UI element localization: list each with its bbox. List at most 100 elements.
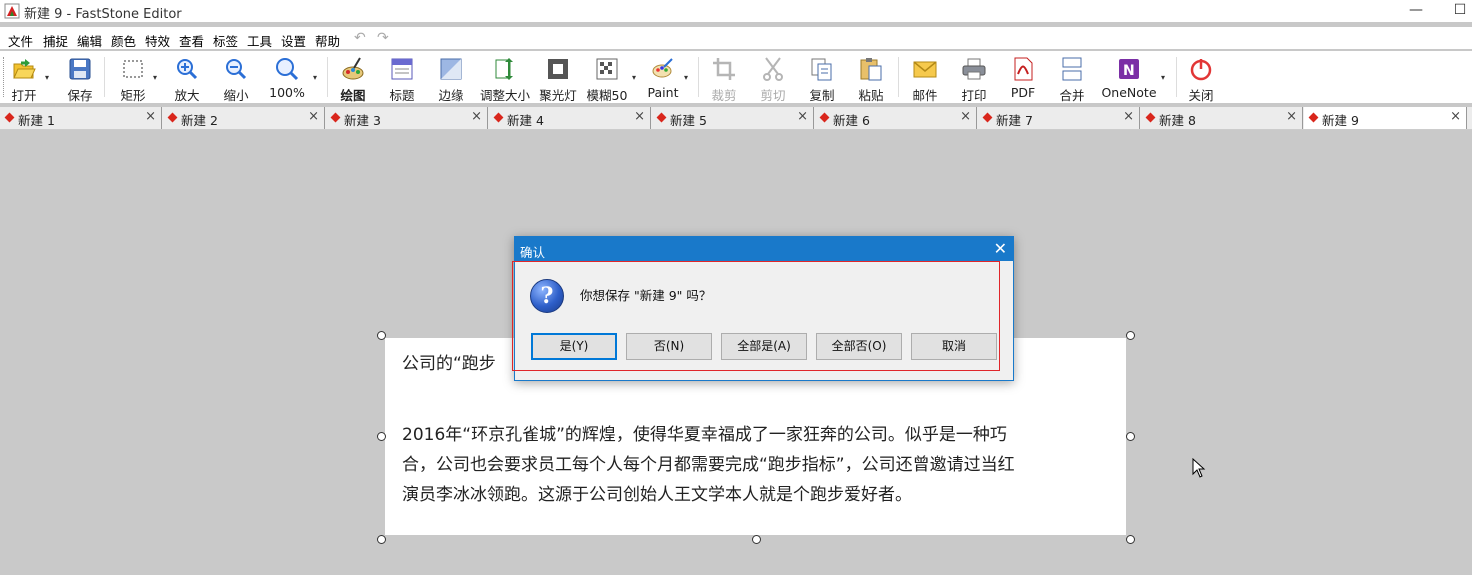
paint-icon	[652, 58, 673, 78]
tab-close-icon[interactable]: ×	[308, 109, 319, 124]
edge-button[interactable]: 边缘	[433, 53, 469, 103]
pdf-button[interactable]: PDF	[1005, 53, 1041, 101]
rectangle-label: 矩形	[120, 88, 146, 103]
rectangle-dropdown-arrow[interactable]: ▾	[153, 73, 157, 82]
tab-1[interactable]: 新建 1 ×	[0, 107, 162, 129]
close-button[interactable]: 关闭	[1183, 53, 1219, 103]
tab-close-icon[interactable]: ×	[1286, 109, 1297, 124]
menu-file[interactable]: 文件	[8, 31, 33, 50]
tab-close-icon[interactable]: ×	[471, 109, 482, 124]
save-label: 保存	[67, 88, 93, 103]
tab-label: 新建 1	[18, 113, 55, 128]
pdf-icon	[1014, 57, 1033, 81]
merge-button[interactable]: 合并	[1054, 53, 1090, 103]
caption-button[interactable]: 标题	[384, 53, 420, 103]
spotlight-button[interactable]: 聚光灯	[538, 53, 578, 103]
minimize-button[interactable]: —	[1396, 0, 1436, 22]
menu-help[interactable]: 帮助	[315, 31, 340, 50]
print-button[interactable]: 打印	[956, 53, 992, 103]
zoom-in-button[interactable]: 放大	[169, 53, 205, 103]
tab-9[interactable]: 新建 9 ×	[1304, 107, 1467, 129]
no-all-button[interactable]: 全部否(O)	[816, 333, 902, 360]
blur-label: 模糊50	[586, 88, 628, 103]
blur-button[interactable]: 模糊50	[585, 53, 629, 103]
tab-close-icon[interactable]: ×	[797, 109, 808, 124]
crop-button[interactable]: 裁剪	[706, 53, 742, 103]
menu-effects[interactable]: 特效	[145, 31, 170, 50]
menu-tools[interactable]: 工具	[247, 31, 272, 50]
dialog-close-icon[interactable]: ✕	[994, 239, 1007, 258]
tab-marker-icon	[493, 112, 504, 123]
tab-2[interactable]: 新建 2 ×	[163, 107, 325, 129]
menu-tabs[interactable]: 标签	[213, 31, 238, 50]
merge-icon	[1062, 57, 1082, 81]
tab-7[interactable]: 新建 7 ×	[978, 107, 1140, 129]
paste-icon	[860, 58, 882, 81]
folder-open-icon	[13, 59, 36, 79]
save-button[interactable]: 保存	[62, 53, 98, 103]
resize-label: 调整大小	[479, 88, 530, 103]
tab-close-icon[interactable]: ×	[1450, 109, 1461, 124]
mail-label: 邮件	[912, 88, 938, 103]
open-button[interactable]: 打开	[6, 53, 42, 103]
spotlight-label: 聚光灯	[539, 88, 577, 103]
resize-handle-w[interactable]	[377, 432, 386, 441]
tab-marker-icon	[1145, 112, 1156, 123]
zoom-out-icon	[226, 59, 247, 80]
zoom-out-button[interactable]: 缩小	[218, 53, 254, 103]
tab-5[interactable]: 新建 5 ×	[652, 107, 814, 129]
paint-button[interactable]: Paint	[645, 53, 681, 101]
resize-handle-s[interactable]	[752, 535, 761, 544]
tab-close-icon[interactable]: ×	[1123, 109, 1134, 124]
zoom-dropdown-arrow[interactable]: ▾	[313, 73, 317, 82]
open-dropdown-arrow[interactable]: ▾	[45, 73, 49, 82]
onenote-dropdown-arrow[interactable]: ▾	[1161, 73, 1165, 82]
tab-strip: 新建 1 × 新建 2 × 新建 3 × 新建 4 × 新建 5 × 新建 6 …	[0, 107, 1472, 130]
tab-4[interactable]: 新建 4 ×	[489, 107, 651, 129]
tab-marker-icon	[1308, 112, 1319, 123]
resize-icon	[495, 58, 513, 80]
resize-handle-nw[interactable]	[377, 331, 386, 340]
menu-settings[interactable]: 设置	[281, 31, 306, 50]
paste-button[interactable]: 粘贴	[853, 53, 889, 103]
maximize-button[interactable]: ☐	[1440, 0, 1472, 22]
crop-label: 裁剪	[711, 88, 737, 103]
undo-button[interactable]: ↶	[354, 30, 366, 46]
tab-6[interactable]: 新建 6 ×	[815, 107, 977, 129]
zoom-in-label: 放大	[174, 88, 200, 103]
menu-view[interactable]: 查看	[179, 31, 204, 50]
zoom-in-icon	[177, 59, 198, 80]
resize-handle-e[interactable]	[1126, 432, 1135, 441]
copy-button[interactable]: 复制	[804, 53, 840, 103]
resize-handle-se[interactable]	[1126, 535, 1135, 544]
print-label: 打印	[961, 88, 987, 103]
menu-capture[interactable]: 捕捉	[43, 31, 68, 50]
menu-edit[interactable]: 编辑	[77, 31, 102, 50]
mail-button[interactable]: 邮件	[907, 53, 943, 103]
cancel-button[interactable]: 取消	[911, 333, 997, 360]
zoom-100-label: 100%	[269, 85, 305, 100]
redo-button[interactable]: ↷	[377, 30, 389, 46]
resize-handle-ne[interactable]	[1126, 331, 1135, 340]
menu-color[interactable]: 颜色	[111, 31, 136, 50]
tab-close-icon[interactable]: ×	[145, 109, 156, 124]
blur-dropdown-arrow[interactable]: ▾	[632, 73, 636, 82]
tab-close-icon[interactable]: ×	[634, 109, 645, 124]
dialog-title-bar[interactable]: 确认 ✕	[515, 237, 1013, 261]
copy-label: 复制	[809, 88, 835, 103]
onenote-button[interactable]: N OneNote	[1100, 53, 1158, 101]
no-button[interactable]: 否(N)	[626, 333, 712, 360]
draw-button[interactable]: 绘图	[334, 53, 372, 103]
paint-dropdown-arrow[interactable]: ▾	[684, 73, 688, 82]
tab-3[interactable]: 新建 3 ×	[326, 107, 488, 129]
cut-button[interactable]: 剪切	[755, 53, 791, 103]
tab-8[interactable]: 新建 8 ×	[1141, 107, 1303, 129]
tab-close-icon[interactable]: ×	[960, 109, 971, 124]
resize-handle-sw[interactable]	[377, 535, 386, 544]
rectangle-button[interactable]: 矩形	[114, 53, 152, 103]
caption-icon	[391, 58, 413, 80]
resize-button[interactable]: 调整大小	[479, 53, 531, 103]
zoom-100-button[interactable]: 100%	[266, 53, 308, 101]
yes-button[interactable]: 是(Y)	[531, 333, 617, 360]
yes-all-button[interactable]: 全部是(A)	[721, 333, 807, 360]
